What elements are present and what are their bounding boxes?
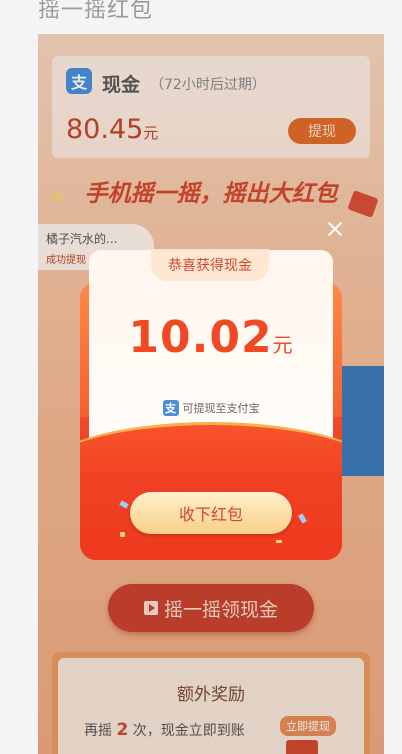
reward-amount-value: 10.02 <box>128 312 273 363</box>
congrats-tab: 恭喜获得现金 <box>151 249 269 281</box>
page-heading: 摇一摇红包 <box>38 0 154 23</box>
reward-amount-unit: 元 <box>272 333 294 357</box>
accept-red-envelope-button[interactable]: 收下红包 <box>130 492 292 534</box>
envelope-flap <box>80 412 342 472</box>
close-icon[interactable] <box>326 220 344 238</box>
reward-amount: 10.02元 <box>89 312 333 363</box>
confetti <box>276 540 282 543</box>
envelope-flap-shape <box>80 422 342 472</box>
confetti <box>120 532 125 537</box>
